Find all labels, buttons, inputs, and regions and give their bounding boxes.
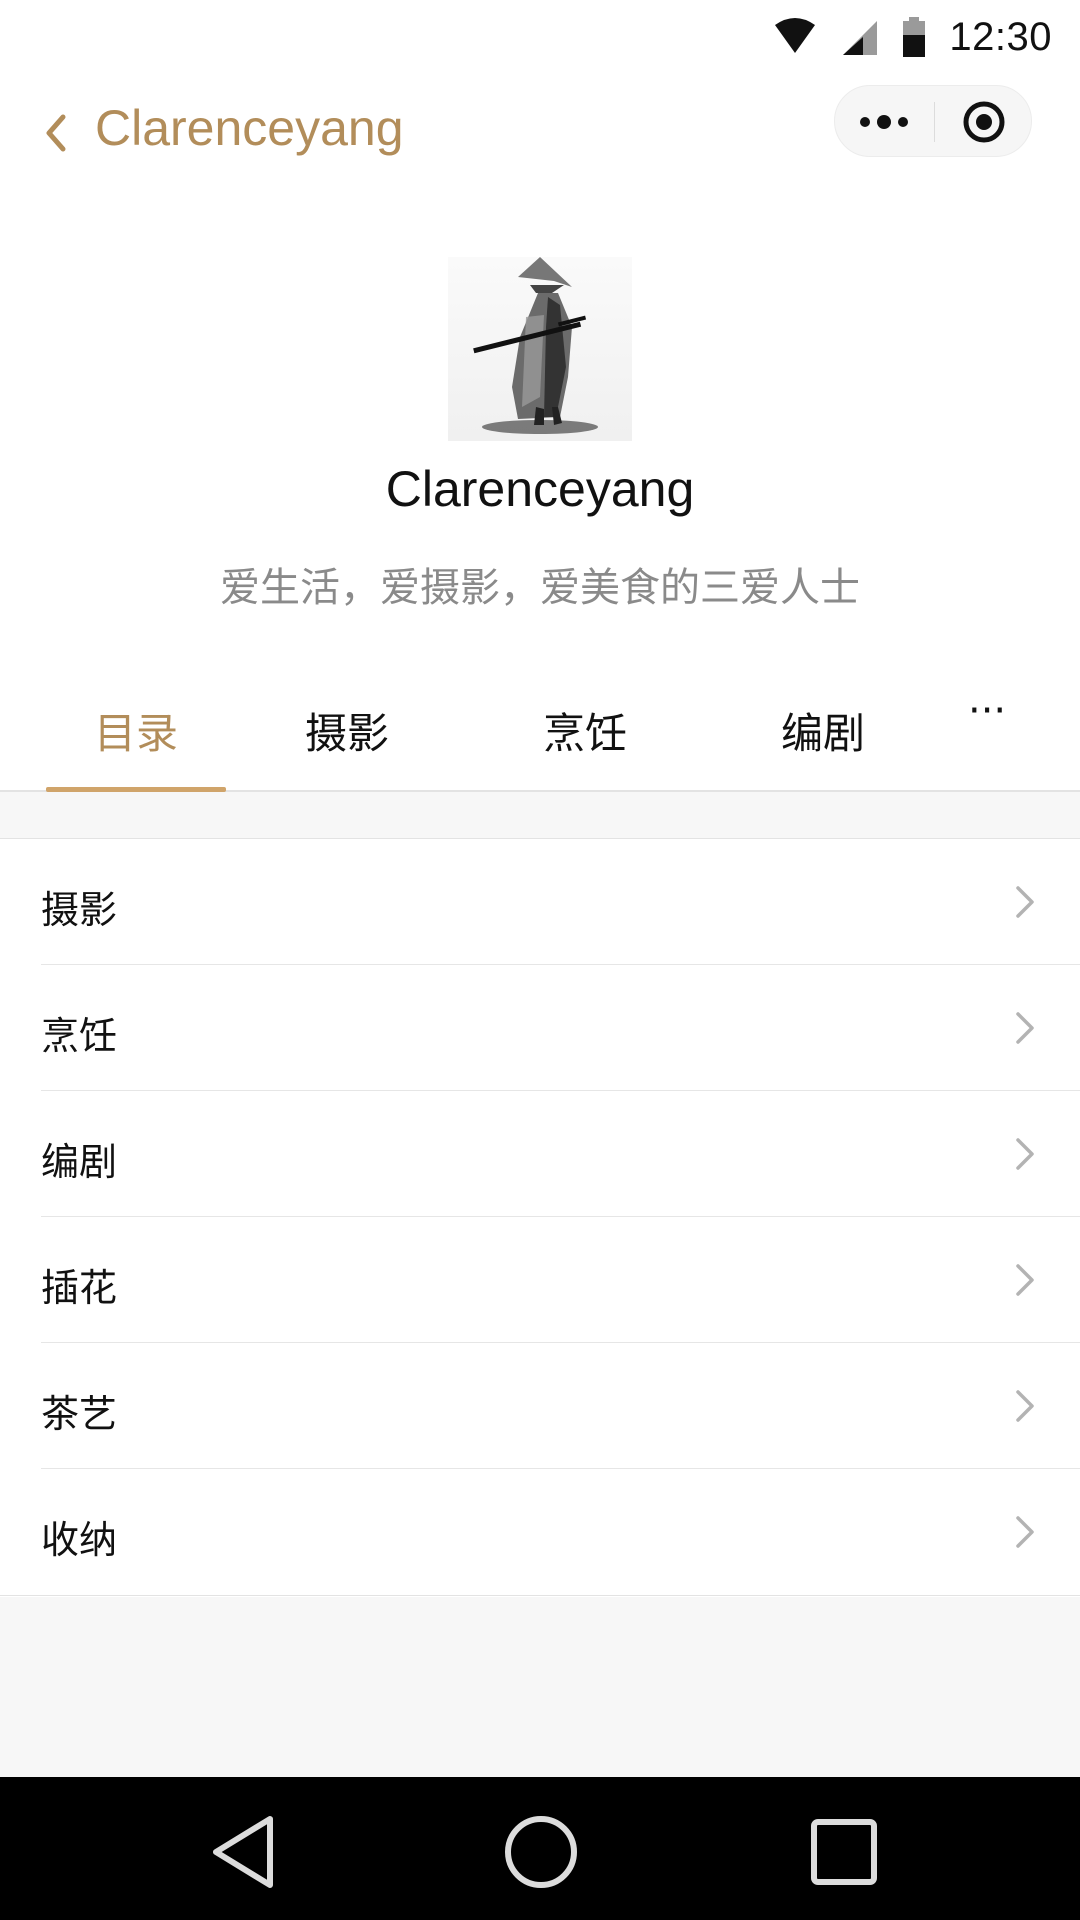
cell-signal-icon xyxy=(843,21,878,55)
status-bar: 12:30 xyxy=(0,0,1080,75)
chevron-right-icon xyxy=(1016,1390,1034,1422)
section-spacer xyxy=(0,792,1080,839)
profile-name: Clarenceyang xyxy=(385,461,695,517)
chevron-right-icon xyxy=(1016,1012,1034,1044)
chevron-right-icon xyxy=(1016,1516,1034,1548)
list-item[interactable]: 烹饪 xyxy=(0,965,1080,1091)
mini-program-capsule xyxy=(834,85,1032,157)
list-item-label: 编剧 xyxy=(41,1140,118,1184)
nav-title: Clarenceyang xyxy=(95,100,404,156)
system-nav-bar xyxy=(0,1777,1080,1920)
chevron-right-icon xyxy=(1016,1138,1034,1170)
system-back-button[interactable] xyxy=(198,1807,288,1897)
close-button[interactable] xyxy=(935,86,1033,158)
circle-home-icon xyxy=(505,1816,577,1888)
chevron-right-icon xyxy=(1016,1264,1034,1296)
list-item[interactable]: 编剧 xyxy=(0,1091,1080,1217)
wifi-icon xyxy=(775,18,816,53)
status-icons: 12:30 xyxy=(773,12,1052,62)
nav-bar: Clarenceyang xyxy=(0,75,1080,185)
tab-screenwriting[interactable]: 编剧 xyxy=(738,700,908,761)
system-recents-button[interactable] xyxy=(799,1807,889,1897)
more-button[interactable] xyxy=(835,86,933,158)
profile-bio: 爱生活，爱摄影，爱美食的三爱人士 xyxy=(220,565,860,611)
list-item-label: 茶艺 xyxy=(41,1392,118,1436)
list-item-label: 烹饪 xyxy=(41,1014,118,1058)
tab-cooking[interactable]: 烹饪 xyxy=(500,700,670,761)
tab-catalog[interactable]: 目录 xyxy=(46,700,226,761)
list-item[interactable]: 摄影 xyxy=(0,839,1080,965)
chevron-left-icon xyxy=(46,114,66,152)
list-item[interactable]: 茶艺 xyxy=(0,1343,1080,1469)
system-home-button[interactable] xyxy=(496,1807,586,1897)
triangle-back-icon xyxy=(213,1816,273,1888)
list-item[interactable]: 收纳 xyxy=(0,1469,1080,1595)
target-close-icon xyxy=(963,101,1005,143)
page-background xyxy=(0,1597,1080,1777)
list-item-label: 摄影 xyxy=(41,888,118,932)
battery-icon xyxy=(903,17,926,57)
list-item-label: 收纳 xyxy=(41,1518,118,1562)
chevron-right-icon xyxy=(1016,886,1034,918)
swordsman-avatar-icon xyxy=(473,257,598,434)
square-recents-icon xyxy=(811,1819,877,1885)
more-dots-icon xyxy=(860,115,908,129)
tab-photography[interactable]: 摄影 xyxy=(262,700,432,761)
category-list: 摄影 烹饪 编剧 插花 茶艺 收纳 xyxy=(0,839,1080,1596)
category-tabs: 目录 摄影 烹饪 编剧 ··· xyxy=(0,660,1080,792)
status-time: 12:30 xyxy=(949,14,1052,59)
list-item[interactable]: 插花 xyxy=(0,1217,1080,1343)
avatar xyxy=(448,257,632,441)
tabs-more-button[interactable]: ··· xyxy=(968,688,1006,734)
list-item-label: 插花 xyxy=(41,1266,118,1310)
back-button[interactable] xyxy=(38,114,74,152)
